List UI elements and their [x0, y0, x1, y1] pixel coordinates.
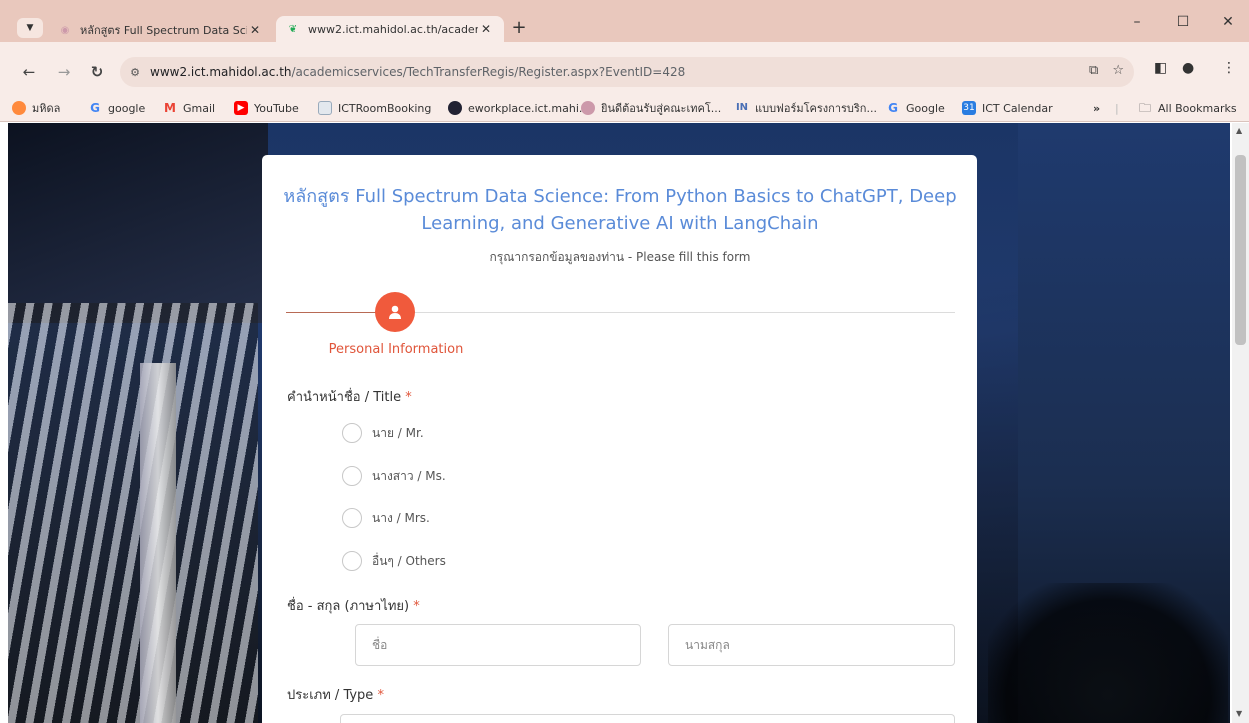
- bookmark-star-icon[interactable]: ☆: [1112, 63, 1124, 78]
- required-mark: *: [377, 688, 384, 703]
- title-option-mrs[interactable]: นาง / Mrs.: [342, 508, 430, 528]
- form-subtitle: กรุณากรอกข้อมูลของท่าน - Please fill thi…: [489, 250, 751, 264]
- bookmark-ict-calendar[interactable]: 31 ICT Calendar: [962, 99, 1053, 117]
- forward-button[interactable]: →: [52, 60, 76, 84]
- scroll-down-arrow-icon[interactable]: ▼: [1236, 709, 1242, 718]
- bookmark-label: มหิดล: [32, 102, 61, 115]
- bookmark-label: YouTube: [254, 101, 299, 115]
- tab-course[interactable]: ◉ หลักสูตร Full Spectrum Data Scie ✕: [48, 18, 273, 42]
- gmail-icon: M: [164, 101, 176, 115]
- first-name-input[interactable]: [355, 624, 641, 666]
- bookmark-mahidol[interactable]: มหิดล: [12, 99, 60, 117]
- radio-label: นาง / Mrs.: [372, 510, 430, 525]
- new-tab-button[interactable]: +: [508, 18, 530, 40]
- all-bookmarks-label: All Bookmarks: [1158, 101, 1237, 115]
- radio-label: อื่นๆ / Others: [372, 553, 446, 568]
- url-path: /academicservices/TechTransferRegis/Regi…: [291, 65, 686, 79]
- side-panel-icon[interactable]: ◧: [1154, 60, 1167, 76]
- menu-kebab-icon[interactable]: ⋮: [1222, 60, 1236, 76]
- maximize-button[interactable]: ☐: [1160, 14, 1206, 38]
- bookmark-eworkplace[interactable]: eworkplace.ict.mahi...: [448, 99, 589, 117]
- bookmark-google[interactable]: Ggoogle: [88, 99, 145, 117]
- background-building-shadow: [8, 123, 268, 323]
- radio-button[interactable]: [342, 466, 362, 486]
- tab-title: www2.ict.mahidol.ac.th/academ: [308, 22, 478, 36]
- site-info-icon[interactable]: ⚙: [120, 66, 150, 79]
- youtube-icon: ▶: [234, 101, 248, 115]
- bookmark-label: ICT Calendar: [982, 101, 1053, 115]
- url-host: www2.ict.mahidol.ac.th: [150, 65, 292, 79]
- bookmark-gmail[interactable]: M Gmail: [163, 99, 215, 117]
- step-personal-info: [375, 292, 415, 332]
- tab-register[interactable]: ❦ www2.ict.mahidol.ac.th/academ ✕: [276, 16, 504, 42]
- title-question-label: คำนำหน้าชื่อ / Title *: [287, 386, 412, 407]
- close-window-button[interactable]: ✕: [1205, 14, 1249, 38]
- name-question-text: ชื่อ - สกุล (ภาษาไทย): [287, 599, 410, 614]
- bookmark-youtube[interactable]: ▶ YouTube: [234, 99, 299, 117]
- required-mark: *: [405, 390, 412, 405]
- close-icon[interactable]: ✕: [478, 22, 494, 36]
- back-button[interactable]: ←: [17, 60, 41, 84]
- bookmarks-overflow-button[interactable]: »: [1093, 99, 1100, 117]
- radio-button[interactable]: [342, 508, 362, 528]
- folder-icon: 🗀: [1138, 101, 1151, 115]
- ict-icon: [581, 101, 595, 115]
- address-bar[interactable]: ⚙ www2.ict.mahidol.ac.th/academicservice…: [120, 57, 1134, 87]
- required-mark: *: [413, 599, 420, 614]
- title-question-text: คำนำหน้าชื่อ / Title: [287, 390, 402, 405]
- type-select[interactable]: [340, 714, 955, 723]
- ict-favicon-icon: ◉: [60, 24, 70, 36]
- mahidol-icon: [12, 101, 26, 115]
- profile-avatar[interactable]: ●: [1182, 60, 1194, 76]
- bookmark-label: Gmail: [183, 101, 216, 115]
- bookmark-label: Google: [906, 101, 945, 115]
- radio-label: นาย / Mr.: [372, 425, 424, 440]
- minimize-button[interactable]: –: [1114, 14, 1160, 38]
- bookmark-label: แบบฟอร์มโครงการบริก...: [755, 102, 877, 115]
- title-option-others[interactable]: อื่นๆ / Others: [342, 551, 446, 571]
- tab-title: หลักสูตร Full Spectrum Data Scie: [80, 24, 247, 37]
- close-icon[interactable]: ✕: [247, 23, 263, 37]
- bookmark-google-2[interactable]: G Google: [886, 99, 945, 117]
- name-question-label: ชื่อ - สกุล (ภาษาไทย) *: [287, 595, 420, 616]
- last-name-input[interactable]: [668, 624, 955, 666]
- step-label: Personal Information: [328, 342, 464, 357]
- scroll-up-arrow-icon[interactable]: ▲: [1236, 126, 1242, 135]
- course-title: หลักสูตร Full Spectrum Data Science: Fro…: [283, 186, 957, 234]
- background-tree: [988, 583, 1228, 723]
- title-option-ms[interactable]: นางสาว / Ms.: [342, 466, 446, 486]
- bookmark-label: google: [108, 101, 146, 115]
- bookmark-ictroombooking[interactable]: ICTRoomBooking: [318, 99, 431, 117]
- all-bookmarks-button[interactable]: 🗀 All Bookmarks: [1138, 99, 1237, 117]
- bookmark-label: ยินดีต้อนรับสู่คณะเทคโ...: [601, 102, 722, 115]
- type-question-label: ประเภท / Type *: [287, 684, 384, 705]
- bookmark-ict-welcome[interactable]: ยินดีต้อนรับสู่คณะเทคโ...: [581, 99, 721, 117]
- radio-label: นางสาว / Ms.: [372, 468, 446, 483]
- reload-button[interactable]: ↻: [85, 60, 109, 84]
- eworkplace-icon: [448, 101, 462, 115]
- mahidol-favicon-icon: ❦: [288, 23, 298, 35]
- calendar-icon: 31: [962, 101, 976, 115]
- step-progress-line-active: [286, 312, 378, 313]
- translate-icon[interactable]: ⧉: [1089, 63, 1098, 78]
- bookmarks-divider: |: [1115, 101, 1119, 115]
- radio-button[interactable]: [342, 423, 362, 443]
- type-question-text: ประเภท / Type: [287, 688, 374, 703]
- background-pillar: [140, 363, 176, 723]
- google-icon: G: [888, 101, 898, 115]
- title-option-mr[interactable]: นาย / Mr.: [342, 423, 424, 443]
- scrollbar-thumb[interactable]: [1235, 155, 1246, 345]
- bookmark-label: ICTRoomBooking: [338, 101, 432, 115]
- radio-button[interactable]: [342, 551, 362, 571]
- user-icon: [389, 305, 401, 319]
- bookmark-ict-form[interactable]: IN แบบฟอร์มโครงการบริก...: [735, 99, 877, 117]
- ict-logo-icon: IN: [735, 102, 749, 113]
- google-icon: G: [90, 101, 100, 115]
- tab-search-button[interactable]: ▼: [17, 18, 43, 38]
- page-icon: [318, 101, 332, 115]
- bookmark-label: eworkplace.ict.mahi...: [468, 101, 590, 115]
- background-building-slats: [8, 303, 258, 723]
